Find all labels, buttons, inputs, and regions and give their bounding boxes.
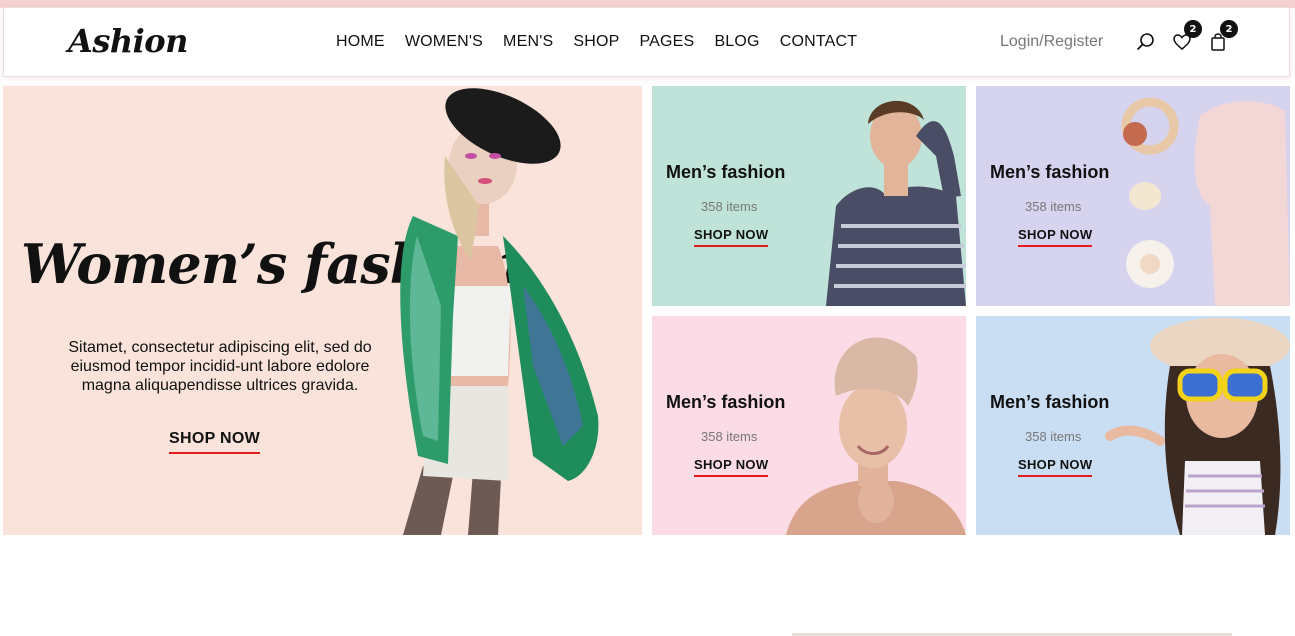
wishlist-button[interactable]: 2 — [1172, 20, 1202, 52]
card-3-model-image — [786, 337, 966, 535]
search-icon[interactable] — [1136, 32, 1156, 52]
card-1-title: Men’s fashion — [666, 162, 786, 182]
nav-blog[interactable]: BLOG — [714, 33, 759, 51]
card-2-shop-now-link[interactable]: SHOP NOW — [1018, 227, 1093, 247]
card-2-title: Men’s fashion — [990, 162, 1110, 182]
card-4-model-image — [1105, 318, 1290, 535]
hero-shop-now-link[interactable]: SHOP NOW — [169, 430, 261, 454]
card-3-shop-now-link[interactable]: SHOP NOW — [694, 457, 769, 477]
hero-description: Sitamet, consectetur adipiscing elit, se… — [68, 339, 372, 394]
nav-womens[interactable]: WOMEN'S — [405, 33, 483, 51]
main-nav: HOME WOMEN'S MEN'S SHOP PAGES BLOG CONTA… — [336, 33, 877, 51]
card-1-item-count: 358 items — [701, 199, 758, 214]
hero-model-image — [400, 88, 599, 535]
cart-count-badge: 2 — [1220, 20, 1238, 38]
cart-button[interactable]: 2 — [1208, 20, 1238, 52]
site-header: Ashion HOME WOMEN'S MEN'S SHOP PAGES BLO… — [3, 7, 1290, 77]
card-1-shop-now-link[interactable]: SHOP NOW — [694, 227, 769, 247]
card-2-item-count: 358 items — [1025, 199, 1082, 214]
category-card-3: Men’s fashion 358 items SHOP NOW — [652, 316, 966, 535]
category-card-2: Men’s fashion 358 items SHOP NOW — [976, 86, 1290, 306]
nav-contact[interactable]: CONTACT — [780, 33, 858, 51]
card-1-model-image — [826, 100, 966, 306]
card-3-item-count: 358 items — [701, 429, 758, 444]
card-4-shop-now-link[interactable]: SHOP NOW — [1018, 457, 1093, 477]
card-2-products-image — [1121, 97, 1290, 306]
card-3-title: Men’s fashion — [666, 392, 786, 412]
nav-mens[interactable]: MEN'S — [503, 33, 553, 51]
category-card-4: Men’s fashion 358 items SHOP NOW — [976, 316, 1290, 535]
category-card-1: Men’s fashion 358 items SHOP NOW — [652, 86, 966, 306]
hero-title: Women’s fashion — [21, 232, 522, 296]
card-4-title: Men’s fashion — [990, 392, 1110, 412]
nav-pages[interactable]: PAGES — [639, 33, 694, 51]
wishlist-count-badge: 2 — [1184, 20, 1202, 38]
login-register-link[interactable]: Login/Register — [1000, 33, 1103, 51]
site-logo[interactable]: Ashion — [68, 22, 188, 60]
nav-home[interactable]: HOME — [336, 33, 385, 51]
hero-banner: Women’s fashion Sitamet, consectetur adi… — [3, 86, 642, 535]
nav-shop[interactable]: SHOP — [573, 33, 619, 51]
card-4-item-count: 358 items — [1025, 429, 1082, 444]
